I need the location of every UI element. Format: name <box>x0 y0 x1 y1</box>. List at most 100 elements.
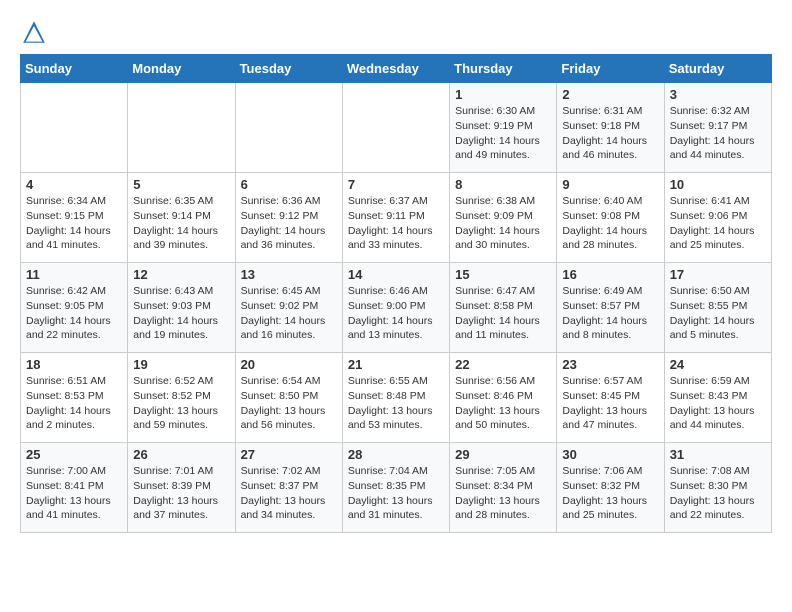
day-number: 10 <box>670 177 766 192</box>
day-info: Sunrise: 6:30 AM Sunset: 9:19 PM Dayligh… <box>455 104 551 163</box>
calendar-cell: 2 Sunrise: 6:31 AM Sunset: 9:18 PM Daylig… <box>557 83 664 173</box>
calendar-cell <box>128 83 235 173</box>
calendar-week-row: 1 Sunrise: 6:30 AM Sunset: 9:19 PM Daylig… <box>21 83 772 173</box>
weekday-header: Tuesday <box>235 55 342 83</box>
day-info: Sunrise: 6:47 AM Sunset: 8:58 PM Dayligh… <box>455 284 551 343</box>
day-info: Sunrise: 7:06 AM Sunset: 8:32 PM Dayligh… <box>562 464 658 523</box>
calendar-cell: 27 Sunrise: 7:02 AM Sunset: 8:37 PM Dayli… <box>235 443 342 533</box>
day-info: Sunrise: 6:52 AM Sunset: 8:52 PM Dayligh… <box>133 374 229 433</box>
day-number: 7 <box>348 177 444 192</box>
calendar-cell <box>235 83 342 173</box>
calendar-cell: 11 Sunrise: 6:42 AM Sunset: 9:05 PM Dayli… <box>21 263 128 353</box>
calendar-cell: 4 Sunrise: 6:34 AM Sunset: 9:15 PM Daylig… <box>21 173 128 263</box>
day-info: Sunrise: 6:49 AM Sunset: 8:57 PM Dayligh… <box>562 284 658 343</box>
logo-icon <box>22 20 46 44</box>
day-number: 13 <box>241 267 337 282</box>
day-info: Sunrise: 7:05 AM Sunset: 8:34 PM Dayligh… <box>455 464 551 523</box>
day-info: Sunrise: 6:36 AM Sunset: 9:12 PM Dayligh… <box>241 194 337 253</box>
calendar-cell: 28 Sunrise: 7:04 AM Sunset: 8:35 PM Dayli… <box>342 443 449 533</box>
day-number: 25 <box>26 447 122 462</box>
calendar-cell: 18 Sunrise: 6:51 AM Sunset: 8:53 PM Dayli… <box>21 353 128 443</box>
calendar-cell: 26Sunrise: 7:01 AM Sunset: 8:39 PM Dayli… <box>128 443 235 533</box>
weekday-header: Sunday <box>21 55 128 83</box>
calendar-cell: 25 Sunrise: 7:00 AM Sunset: 8:41 PM Dayli… <box>21 443 128 533</box>
calendar-cell: 13 Sunrise: 6:45 AM Sunset: 9:02 PM Dayli… <box>235 263 342 353</box>
calendar-cell: 6 Sunrise: 6:36 AM Sunset: 9:12 PM Daylig… <box>235 173 342 263</box>
weekday-header: Friday <box>557 55 664 83</box>
day-info: Sunrise: 6:45 AM Sunset: 9:02 PM Dayligh… <box>241 284 337 343</box>
day-info: Sunrise: 6:56 AM Sunset: 8:46 PM Dayligh… <box>455 374 551 433</box>
day-number: 31 <box>670 447 766 462</box>
day-number: 24 <box>670 357 766 372</box>
day-info: Sunrise: 6:34 AM Sunset: 9:15 PM Dayligh… <box>26 194 122 253</box>
day-number: 30 <box>562 447 658 462</box>
day-info: Sunrise: 6:51 AM Sunset: 8:53 PM Dayligh… <box>26 374 122 433</box>
day-number: 23 <box>562 357 658 372</box>
calendar-cell: 29 Sunrise: 7:05 AM Sunset: 8:34 PM Dayli… <box>450 443 557 533</box>
day-number: 1 <box>455 87 551 102</box>
day-info: Sunrise: 6:55 AM Sunset: 8:48 PM Dayligh… <box>348 374 444 433</box>
calendar-cell: 19 Sunrise: 6:52 AM Sunset: 8:52 PM Dayli… <box>128 353 235 443</box>
calendar-cell: 15 Sunrise: 6:47 AM Sunset: 8:58 PM Dayli… <box>450 263 557 353</box>
calendar-cell: 31Sunrise: 7:08 AM Sunset: 8:30 PM Dayli… <box>664 443 771 533</box>
day-info: Sunrise: 7:04 AM Sunset: 8:35 PM Dayligh… <box>348 464 444 523</box>
day-number: 4 <box>26 177 122 192</box>
calendar-cell: 21 Sunrise: 6:55 AM Sunset: 8:48 PM Dayli… <box>342 353 449 443</box>
day-info: Sunrise: 6:43 AM Sunset: 9:03 PM Dayligh… <box>133 284 229 343</box>
day-number: 17 <box>670 267 766 282</box>
day-info: Sunrise: 6:35 AM Sunset: 9:14 PM Dayligh… <box>133 194 229 253</box>
day-number: 16 <box>562 267 658 282</box>
logo <box>20 20 46 44</box>
day-number: 21 <box>348 357 444 372</box>
day-number: 22 <box>455 357 551 372</box>
calendar-cell: 22 Sunrise: 6:56 AM Sunset: 8:46 PM Dayli… <box>450 353 557 443</box>
day-number: 12 <box>133 267 229 282</box>
day-info: Sunrise: 6:32 AM Sunset: 9:17 PM Dayligh… <box>670 104 766 163</box>
page-header <box>20 20 772 44</box>
calendar-cell: 20Sunrise: 6:54 AM Sunset: 8:50 PM Dayli… <box>235 353 342 443</box>
day-info: Sunrise: 6:41 AM Sunset: 9:06 PM Dayligh… <box>670 194 766 253</box>
day-number: 3 <box>670 87 766 102</box>
day-number: 19 <box>133 357 229 372</box>
calendar-cell: 23 Sunrise: 6:57 AM Sunset: 8:45 PM Dayli… <box>557 353 664 443</box>
weekday-header: Thursday <box>450 55 557 83</box>
calendar-cell: 30 Sunrise: 7:06 AM Sunset: 8:32 PM Dayli… <box>557 443 664 533</box>
day-number: 18 <box>26 357 122 372</box>
day-info: Sunrise: 6:46 AM Sunset: 9:00 PM Dayligh… <box>348 284 444 343</box>
day-number: 11 <box>26 267 122 282</box>
calendar-cell <box>342 83 449 173</box>
calendar-cell: 16 Sunrise: 6:49 AM Sunset: 8:57 PM Dayli… <box>557 263 664 353</box>
day-number: 29 <box>455 447 551 462</box>
day-info: Sunrise: 6:42 AM Sunset: 9:05 PM Dayligh… <box>26 284 122 343</box>
day-number: 2 <box>562 87 658 102</box>
day-info: Sunrise: 7:02 AM Sunset: 8:37 PM Dayligh… <box>241 464 337 523</box>
calendar-cell: 17Sunrise: 6:50 AM Sunset: 8:55 PM Dayli… <box>664 263 771 353</box>
calendar-cell: 24Sunrise: 6:59 AM Sunset: 8:43 PM Dayli… <box>664 353 771 443</box>
day-info: Sunrise: 6:31 AM Sunset: 9:18 PM Dayligh… <box>562 104 658 163</box>
weekday-header: Monday <box>128 55 235 83</box>
calendar-cell: 3 Sunrise: 6:32 AM Sunset: 9:17 PM Daylig… <box>664 83 771 173</box>
day-info: Sunrise: 7:00 AM Sunset: 8:41 PM Dayligh… <box>26 464 122 523</box>
calendar-cell: 1 Sunrise: 6:30 AM Sunset: 9:19 PM Daylig… <box>450 83 557 173</box>
day-number: 5 <box>133 177 229 192</box>
calendar-week-row: 11 Sunrise: 6:42 AM Sunset: 9:05 PM Dayli… <box>21 263 772 353</box>
calendar-cell: 9Sunrise: 6:40 AM Sunset: 9:08 PM Daylig… <box>557 173 664 263</box>
day-number: 27 <box>241 447 337 462</box>
calendar-week-row: 25 Sunrise: 7:00 AM Sunset: 8:41 PM Dayli… <box>21 443 772 533</box>
calendar-cell: 5 Sunrise: 6:35 AM Sunset: 9:14 PM Daylig… <box>128 173 235 263</box>
calendar-week-row: 18 Sunrise: 6:51 AM Sunset: 8:53 PM Dayli… <box>21 353 772 443</box>
day-number: 28 <box>348 447 444 462</box>
calendar-cell: 7 Sunrise: 6:37 AM Sunset: 9:11 PM Daylig… <box>342 173 449 263</box>
day-number: 15 <box>455 267 551 282</box>
day-info: Sunrise: 6:37 AM Sunset: 9:11 PM Dayligh… <box>348 194 444 253</box>
day-info: Sunrise: 6:38 AM Sunset: 9:09 PM Dayligh… <box>455 194 551 253</box>
calendar-cell: 12 Sunrise: 6:43 AM Sunset: 9:03 PM Dayli… <box>128 263 235 353</box>
day-number: 8 <box>455 177 551 192</box>
day-number: 6 <box>241 177 337 192</box>
day-info: Sunrise: 6:40 AM Sunset: 9:08 PM Dayligh… <box>562 194 658 253</box>
day-info: Sunrise: 6:57 AM Sunset: 8:45 PM Dayligh… <box>562 374 658 433</box>
calendar-cell: 10 Sunrise: 6:41 AM Sunset: 9:06 PM Dayli… <box>664 173 771 263</box>
calendar-cell: 14Sunrise: 6:46 AM Sunset: 9:00 PM Dayli… <box>342 263 449 353</box>
day-info: Sunrise: 7:01 AM Sunset: 8:39 PM Dayligh… <box>133 464 229 523</box>
weekday-header: Wednesday <box>342 55 449 83</box>
